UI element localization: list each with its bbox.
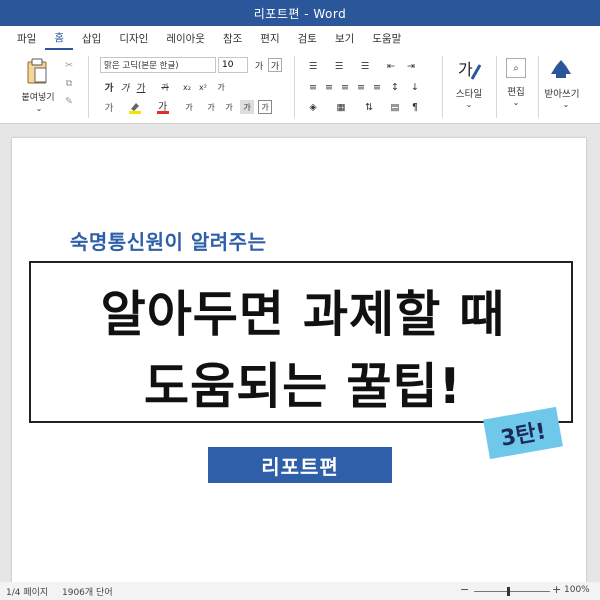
find-icon[interactable]: ⌕ [506,58,526,78]
increase-indent-icon[interactable]: ⇥ [404,59,418,73]
clear-format-icon[interactable]: 가 [214,80,228,94]
strikethrough-icon[interactable]: 가 [158,80,172,94]
phonetic-guide-icon[interactable]: 가 [240,100,254,114]
zoom-level[interactable]: 100% [564,585,590,595]
menu-tab-1[interactable]: 홈 [45,26,73,50]
zoom-control: − + 100% [460,583,592,596]
enclose-char-icon[interactable]: 가 [258,100,272,114]
status-bar: 1/4 페이지 1906개 단어 − + 100% [0,582,600,600]
ribbon-tab-bar: 파일 홈 삽입 디자인 레이아웃 참조 편지 검토 보기 도움말 [0,26,600,50]
character-shading-icon[interactable]: 가 [182,100,196,114]
page-indicator[interactable]: 1/4 페이지 [6,585,48,598]
menu-tab-0[interactable]: 파일 [8,26,45,50]
paste-button[interactable]: 붙여넣기 [18,90,58,103]
edit-button[interactable]: 편집 [500,84,532,98]
italic-icon[interactable]: 가 [118,80,132,94]
distributed-icon[interactable]: ≡ [370,80,384,94]
font-name-select[interactable]: 맑은 고딕(본문 한글) [100,57,216,73]
font-size-up-icon[interactable]: 가 [204,100,218,114]
align-right-icon[interactable]: ≡ [338,80,352,94]
document-canvas[interactable]: 숙명통신원이 알려주는 알아두면 과제할 때 도움되는 꿀팁! 3탄! 리포트편 [0,124,600,582]
justify-icon[interactable]: ≡ [354,80,368,94]
menu-tab-4[interactable]: 레이아웃 [157,26,214,50]
menu-tab-9[interactable]: 도움말 [363,26,410,50]
styles-label: 스타일 [455,89,483,100]
word-count[interactable]: 1906개 단어 [62,585,113,598]
font-size-value: 10 [222,60,234,70]
borders-icon[interactable]: ▦ [334,100,348,114]
highlight-icon[interactable] [128,100,142,114]
menu-tab-6[interactable]: 편지 [251,26,288,50]
zoom-out-button[interactable]: − [460,583,469,596]
zoom-in-button[interactable]: + [552,583,561,596]
headline-line-1[interactable]: 알아두면 과제할 때 [31,275,575,346]
asian-layout-icon[interactable]: ▤ [388,100,402,114]
menu-tab-8[interactable]: 보기 [326,26,363,50]
font-color-icon[interactable]: 가 [156,100,170,114]
show-marks-icon[interactable]: ¶ [408,100,422,114]
change-case-icon[interactable]: 가 [268,58,282,72]
window-title: 리포트편 - Word [253,6,347,21]
bullets-icon[interactable]: ☰ [306,59,320,73]
menu-tab-2[interactable]: 삽입 [73,26,110,50]
menu-tab-3[interactable]: 디자인 [110,26,157,50]
styles-icon[interactable]: 가 [454,56,484,84]
home-ribbon: 붙여넣기 ⌄ ✂ ⧉ ✎ 맑은 고딕(본문 한글) 10 가 가 가 가 가 가… [0,50,600,124]
styles-chevron-icon[interactable]: ⌄ [464,100,474,109]
sort-icon[interactable]: ↓ [408,80,422,94]
line-spacing-icon[interactable]: ↕ [388,80,402,94]
paste-label: 붙여넣기 [21,93,55,103]
bold-icon[interactable]: 가 [102,80,116,94]
text-effect-icon[interactable]: 가 [102,100,116,114]
align-center-icon[interactable]: ≡ [322,80,336,94]
underline-icon[interactable]: 가 [134,80,148,94]
report-tag[interactable]: 리포트편 [208,447,392,483]
paste-dropdown-chevron-icon[interactable]: ⌄ [34,104,44,113]
text-direction-icon[interactable]: ⇅ [362,100,376,114]
headline-line-2[interactable]: 도움되는 꿀팁! [31,347,575,418]
dictate-chevron-icon[interactable]: ⌄ [561,100,571,109]
multilevel-list-icon[interactable]: ☰ [358,59,372,73]
svg-text:가: 가 [458,60,473,79]
format-painter-icon[interactable]: ✎ [62,94,76,108]
dictate-icon[interactable] [548,56,574,82]
window-title-bar: 리포트편 - Word [0,0,600,26]
menu-tab-5[interactable]: 참조 [214,26,251,50]
edit-chevron-icon[interactable]: ⌄ [511,98,521,107]
zoom-slider-track[interactable] [474,591,550,592]
copy-icon[interactable]: ⧉ [62,76,76,90]
subscript-icon[interactable]: x₂ [180,80,194,94]
edit-label: 편집 [507,87,525,98]
grow-font-icon[interactable]: 가 [252,58,266,72]
paste-icon[interactable] [26,58,48,84]
font-size-down-icon[interactable]: 가 [222,100,236,114]
font-name-value: 맑은 고딕(본문 한글) [104,61,179,71]
headline-box[interactable]: 알아두면 과제할 때 도움되는 꿀팁! [29,261,573,423]
shading-icon[interactable]: ◈ [306,100,320,114]
zoom-slider-thumb[interactable] [507,587,510,596]
document-page[interactable]: 숙명통신원이 알려주는 알아두면 과제할 때 도움되는 꿀팁! 3탄! 리포트편 [12,138,586,582]
cut-icon[interactable]: ✂ [62,58,76,72]
subtitle-text[interactable]: 숙명통신원이 알려주는 [70,226,266,255]
styles-button[interactable]: 스타일 [448,86,490,100]
font-size-select[interactable]: 10 [218,57,248,73]
menu-tab-7[interactable]: 검토 [289,26,326,50]
superscript-icon[interactable]: x² [196,80,210,94]
dictate-label: 받아쓰기 [544,89,580,100]
numbering-icon[interactable]: ☰ [332,59,346,73]
decrease-indent-icon[interactable]: ⇤ [384,59,398,73]
align-left-icon[interactable]: ≡ [306,80,320,94]
dictate-button[interactable]: 받아쓰기 [540,86,584,100]
